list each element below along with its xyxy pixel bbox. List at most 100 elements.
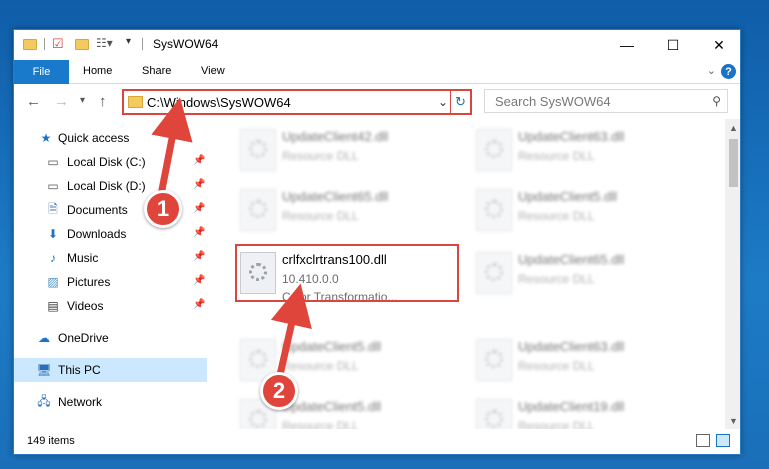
- pin-icon[interactable]: 📌: [193, 203, 205, 214]
- file-type: Resource DLL: [518, 149, 595, 163]
- forward-arrow-icon[interactable]: →: [54, 93, 69, 110]
- up-arrow-icon[interactable]: ↑: [99, 93, 107, 110]
- search-input[interactable]: Search SysWOW64 ⚲: [484, 89, 728, 113]
- folder-icon: [22, 36, 38, 52]
- scrollbar-thumb[interactable]: [729, 139, 738, 187]
- file-name: UpdateClient65.dll: [282, 189, 389, 204]
- address-path[interactable]: C:\Windows\SysWOW64: [147, 95, 291, 110]
- maximize-button[interactable]: ☐: [650, 30, 696, 60]
- item-count: 149 items: [27, 435, 75, 447]
- file-name: UpdateClient63.dll: [518, 339, 625, 354]
- dll-file-icon: [476, 129, 512, 171]
- sidebar-item-label: Network: [58, 395, 103, 409]
- expand-ribbon-icon[interactable]: ⌄: [707, 64, 716, 77]
- file-item[interactable]: UpdateClient65.dll Resource DLL: [472, 246, 672, 298]
- file-name: UpdateClient63.dll: [518, 129, 625, 144]
- dll-file-icon: [476, 252, 512, 294]
- file-name: UpdateClient5.dll: [518, 189, 618, 204]
- music-icon: ♪: [50, 251, 56, 265]
- sidebar-item-downloads[interactable]: ⬇ Downloads 📌: [14, 222, 207, 246]
- refresh-icon[interactable]: ↻: [450, 91, 470, 113]
- videos-icon: ▤: [47, 299, 59, 313]
- folder-icon: [128, 96, 143, 108]
- search-icon[interactable]: ⚲: [712, 94, 721, 108]
- navigation-bar: ← → ▾ ↑ C:\Windows\SysWOW64 ⌄ ↻ Search S…: [14, 85, 740, 119]
- network-icon: 🖧: [37, 393, 51, 408]
- large-icons-view-icon[interactable]: [716, 434, 730, 447]
- search-placeholder: Search SysWOW64: [495, 94, 611, 109]
- file-type: Resource DLL: [282, 359, 359, 373]
- sidebar-item-label: Local Disk (D:): [67, 179, 146, 193]
- file-name: UpdateClient5.dll: [282, 339, 382, 354]
- file-type: Resource DLL: [518, 359, 595, 373]
- dll-file-icon: [240, 129, 276, 171]
- pin-icon[interactable]: 📌: [193, 227, 205, 238]
- pin-icon[interactable]: 📌: [193, 299, 205, 310]
- sidebar-item-music[interactable]: ♪ Music 📌: [14, 246, 207, 270]
- scroll-up-icon[interactable]: ▲: [725, 119, 740, 136]
- properties-icon[interactable]: ☑: [52, 36, 68, 52]
- sidebar-item-local-disk-c[interactable]: ▭ Local Disk (C:) 📌: [14, 150, 207, 174]
- sidebar-item-label: Documents: [67, 203, 128, 217]
- sidebar-item-quick-access[interactable]: ★ Quick access: [14, 126, 207, 150]
- file-name: UpdateClient5.dll: [282, 399, 382, 414]
- file-type: Resource DLL: [518, 272, 595, 286]
- tab-home[interactable]: Home: [83, 65, 112, 77]
- sidebar-item-label: Music: [67, 251, 99, 265]
- recent-locations-icon[interactable]: ▾: [80, 95, 85, 106]
- tab-file[interactable]: File: [14, 60, 69, 84]
- address-bar[interactable]: C:\Windows\SysWOW64 ⌄ ↻: [122, 89, 472, 115]
- file-item[interactable]: UpdateClient5.dll Resource DLL: [472, 183, 672, 235]
- toolbar-separator: [44, 38, 45, 50]
- dll-file-icon: [476, 339, 512, 381]
- sidebar-item-label: Pictures: [67, 275, 111, 289]
- chevron-down-icon[interactable]: ▾: [126, 36, 142, 52]
- ribbon-tabs: File Home Share View ⌄ ?: [14, 60, 740, 84]
- dll-file-icon: [240, 189, 276, 231]
- step-2-badge: 2: [260, 372, 298, 410]
- downloads-icon: ⬇: [47, 227, 59, 241]
- pictures-icon: ▨: [47, 275, 59, 289]
- sidebar-item-label: OneDrive: [58, 331, 109, 345]
- drive-icon: ▭: [47, 179, 59, 193]
- help-icon[interactable]: ?: [721, 64, 736, 79]
- scroll-down-icon[interactable]: ▼: [725, 412, 740, 429]
- tab-share[interactable]: Share: [142, 65, 171, 77]
- back-arrow-icon[interactable]: ←: [26, 93, 41, 110]
- sidebar-item-pictures[interactable]: ▨ Pictures 📌: [14, 270, 207, 294]
- toolbar-separator: [142, 38, 143, 50]
- address-dropdown-icon[interactable]: ⌄: [438, 95, 448, 109]
- file-item[interactable]: UpdateClient65.dll Resource DLL: [236, 183, 436, 235]
- sidebar-item-local-disk-d[interactable]: ▭ Local Disk (D:) 📌: [14, 174, 207, 198]
- file-item[interactable]: UpdateClient42.dll Resource DLL: [236, 123, 436, 175]
- close-button[interactable]: ✕: [696, 30, 740, 60]
- file-name: UpdateClient42.dll: [282, 129, 389, 144]
- sidebar-item-network[interactable]: 🖧 Network: [14, 390, 207, 414]
- status-bar: 149 items: [14, 429, 740, 454]
- sidebar-item-label: This PC: [58, 363, 101, 377]
- pin-icon[interactable]: 📌: [193, 275, 205, 286]
- file-item[interactable]: UpdateClient63.dll Resource DLL: [472, 123, 672, 175]
- file-type: Resource DLL: [282, 209, 359, 223]
- file-type: Resource DLL: [282, 149, 359, 163]
- sidebar-item-label: Downloads: [67, 227, 127, 241]
- title-bar: ☑ ☷▾ ▾ SysWOW64 — ☐ ✕: [14, 30, 740, 60]
- sidebar-item-this-pc[interactable]: 🖥 This PC: [14, 358, 207, 382]
- details-view-icon[interactable]: [696, 434, 710, 447]
- minimize-button[interactable]: —: [604, 30, 650, 60]
- vertical-scrollbar[interactable]: ▲ ▼: [725, 119, 740, 429]
- navigation-pane: ★ Quick access ▭ Local Disk (C:) 📌 ▭ Loc…: [14, 119, 207, 429]
- new-folder-icon[interactable]: [74, 36, 90, 52]
- step-1-badge: 1: [144, 190, 182, 228]
- file-name: UpdateClient65.dll: [518, 252, 625, 267]
- sidebar-item-onedrive[interactable]: ☁ OneDrive: [14, 326, 207, 350]
- documents-icon: 🗎: [48, 201, 58, 216]
- file-name: UpdateClient19.dll: [518, 399, 625, 414]
- sidebar-item-videos[interactable]: ▤ Videos 📌: [14, 294, 207, 318]
- customize-toolbar-icon[interactable]: ☷▾: [96, 36, 113, 52]
- file-item[interactable]: UpdateClient63.dll Resource DLL: [472, 333, 672, 385]
- pin-icon[interactable]: 📌: [193, 155, 205, 166]
- pin-icon[interactable]: 📌: [193, 251, 205, 262]
- tab-view[interactable]: View: [201, 65, 225, 77]
- pin-icon[interactable]: 📌: [193, 179, 205, 190]
